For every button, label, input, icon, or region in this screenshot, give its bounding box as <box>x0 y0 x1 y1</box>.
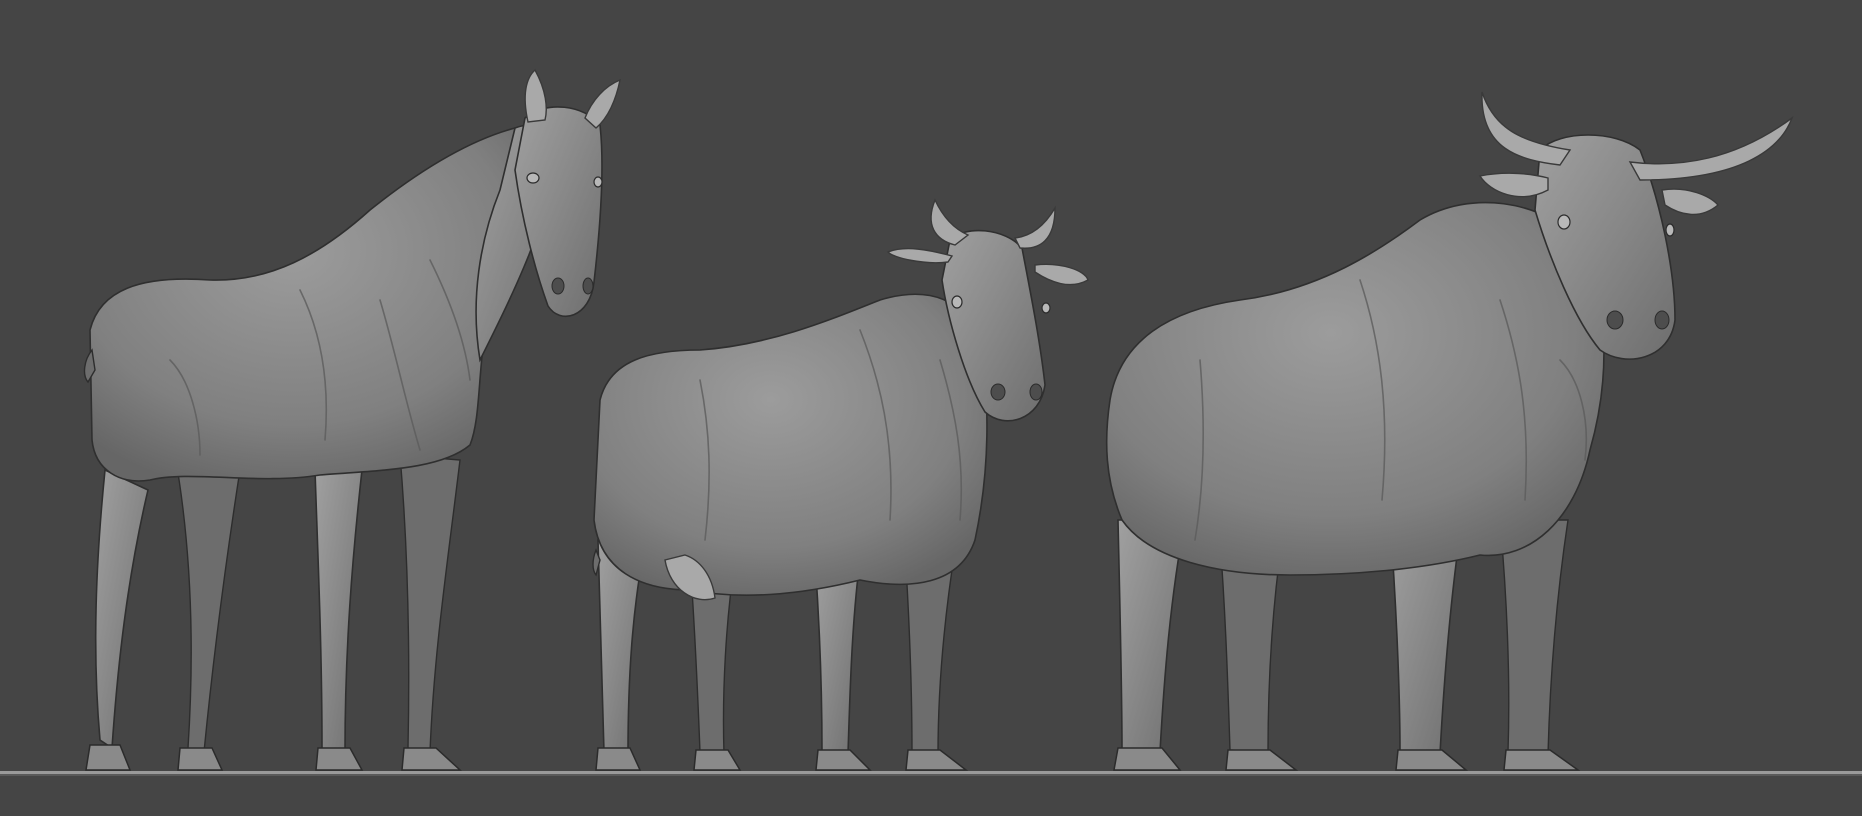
ground-plane <box>0 771 1862 776</box>
bull-model[interactable] <box>1105 91 1794 771</box>
3d-viewport[interactable] <box>0 0 1862 816</box>
horse-model[interactable] <box>83 68 621 771</box>
cow-model[interactable] <box>592 198 1089 771</box>
sculpt-scene <box>0 68 1862 776</box>
